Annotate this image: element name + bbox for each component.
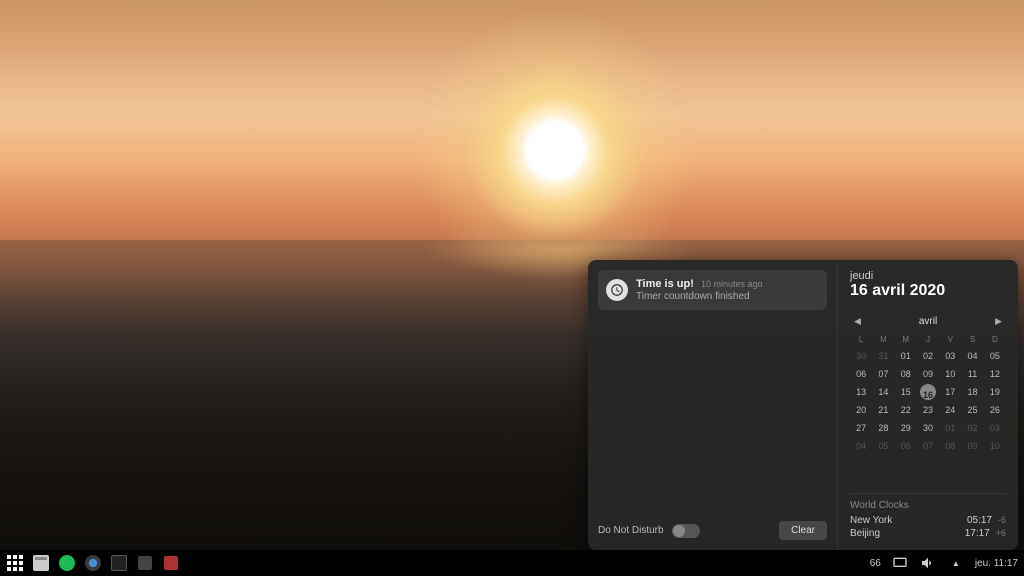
clear-button[interactable]: Clear bbox=[779, 521, 827, 540]
calendar-day[interactable]: 05 bbox=[872, 438, 894, 454]
calendar-day[interactable]: 02 bbox=[917, 348, 939, 364]
calendar-day[interactable]: 15 bbox=[895, 384, 917, 400]
spotify-app-icon[interactable] bbox=[58, 554, 76, 572]
calendar-day[interactable]: 13 bbox=[850, 384, 872, 400]
weekday-head: M bbox=[872, 333, 894, 346]
calendar-day[interactable]: 26 bbox=[984, 402, 1006, 418]
weekday-head: J bbox=[917, 333, 939, 346]
calendar-nav: ◀ avril ▶ bbox=[850, 314, 1006, 329]
calendar-day[interactable]: 08 bbox=[939, 438, 961, 454]
weekday-head: S bbox=[961, 333, 983, 346]
weekday-head: L bbox=[850, 333, 872, 346]
calendar-day[interactable]: 28 bbox=[872, 420, 894, 436]
calendar-day[interactable]: 24 bbox=[939, 402, 961, 418]
workspace-icon[interactable] bbox=[891, 554, 909, 572]
calendar-day[interactable]: 29 bbox=[895, 420, 917, 436]
weekday-head: V bbox=[939, 333, 961, 346]
app-icon[interactable] bbox=[162, 554, 180, 572]
calendar-day[interactable]: 06 bbox=[895, 438, 917, 454]
world-clocks[interactable]: World Clocks New York05:17-6Beijing17:17… bbox=[850, 493, 1006, 540]
calendar-day[interactable]: 19 bbox=[984, 384, 1006, 400]
notification-body: Time is up! 10 minutes ago Timer countdo… bbox=[636, 278, 819, 302]
world-clock-row: Beijing17:17+6 bbox=[850, 527, 1006, 540]
calendar-day[interactable]: 22 bbox=[895, 402, 917, 418]
calendar-day[interactable]: 25 bbox=[961, 402, 983, 418]
calendar-day[interactable]: 23 bbox=[917, 402, 939, 418]
date-label: 16 avril 2020 bbox=[850, 282, 1006, 300]
calendar-day[interactable]: 27 bbox=[850, 420, 872, 436]
notification-title: Time is up! bbox=[636, 278, 694, 290]
calendar-day[interactable]: 05 bbox=[984, 348, 1006, 364]
notification-panel: Time is up! 10 minutes ago Timer countdo… bbox=[588, 260, 838, 550]
month-label: avril bbox=[919, 316, 937, 327]
prev-month-button[interactable]: ◀ bbox=[850, 314, 865, 329]
calendar-day[interactable]: 04 bbox=[961, 348, 983, 364]
weekday-head: M bbox=[895, 333, 917, 346]
calendar-day[interactable]: 09 bbox=[961, 438, 983, 454]
calendar-day[interactable]: 02 bbox=[961, 420, 983, 436]
calendar-day[interactable]: 18 bbox=[961, 384, 983, 400]
world-clock-row: New York05:17-6 bbox=[850, 514, 1006, 527]
activities-button[interactable] bbox=[6, 554, 24, 572]
calendar-day[interactable]: 21 bbox=[872, 402, 894, 418]
battery-percent[interactable]: 66 bbox=[870, 558, 881, 569]
calendar-day[interactable]: 10 bbox=[984, 438, 1006, 454]
terminal-app-icon[interactable] bbox=[110, 554, 128, 572]
calendar-notification-popup: Time is up! 10 minutes ago Timer countdo… bbox=[588, 260, 1018, 550]
weekday-head: D bbox=[984, 333, 1006, 346]
calendar-day[interactable]: 20 bbox=[850, 402, 872, 418]
chromium-app-icon[interactable] bbox=[84, 554, 102, 572]
calendar-day[interactable]: 10 bbox=[939, 366, 961, 382]
calendar-day[interactable]: 14 bbox=[872, 384, 894, 400]
dnd-toggle[interactable] bbox=[672, 524, 700, 538]
calendar-day[interactable]: 11 bbox=[961, 366, 983, 382]
calendar-day[interactable]: 03 bbox=[939, 348, 961, 364]
next-month-button[interactable]: ▶ bbox=[991, 314, 1006, 329]
calendar-day[interactable]: 07 bbox=[872, 366, 894, 382]
calendar-day[interactable]: 01 bbox=[895, 348, 917, 364]
calendar-day[interactable]: 07 bbox=[917, 438, 939, 454]
calendar-grid: LMMJVSD303101020304050607080910111213141… bbox=[850, 333, 1006, 454]
calendar-day[interactable]: 09 bbox=[917, 366, 939, 382]
calendar-day[interactable]: 01 bbox=[939, 420, 961, 436]
files-app-icon[interactable] bbox=[32, 554, 50, 572]
calendar-day[interactable]: 08 bbox=[895, 366, 917, 382]
weekday-label: jeudi bbox=[850, 270, 1006, 282]
calendar-day[interactable]: 17 bbox=[939, 384, 961, 400]
clock-icon bbox=[606, 279, 628, 301]
taskbar: 66 ▲ jeu. 11:17 bbox=[0, 550, 1024, 576]
notification-message: Timer countdown finished bbox=[636, 291, 819, 302]
do-not-disturb: Do Not Disturb bbox=[598, 524, 700, 538]
notification-item[interactable]: Time is up! 10 minutes ago Timer countdo… bbox=[598, 270, 827, 310]
volume-icon[interactable] bbox=[919, 554, 937, 572]
calendar-day[interactable]: 30 bbox=[850, 348, 872, 364]
calendar-day[interactable]: 06 bbox=[850, 366, 872, 382]
app-icon[interactable] bbox=[136, 554, 154, 572]
tray-arrow-icon[interactable]: ▲ bbox=[947, 554, 965, 572]
world-clocks-title: World Clocks bbox=[850, 500, 1006, 511]
dnd-label: Do Not Disturb bbox=[598, 525, 664, 536]
calendar-day[interactable]: 16 bbox=[920, 384, 936, 400]
calendar-day[interactable]: 31 bbox=[872, 348, 894, 364]
taskbar-clock[interactable]: jeu. 11:17 bbox=[975, 558, 1018, 569]
system-tray: 66 ▲ jeu. 11:17 bbox=[870, 554, 1018, 572]
calendar-day[interactable]: 12 bbox=[984, 366, 1006, 382]
calendar-panel: jeudi 16 avril 2020 ◀ avril ▶ LMMJVSD303… bbox=[838, 260, 1018, 550]
calendar-day[interactable]: 04 bbox=[850, 438, 872, 454]
date-header: jeudi 16 avril 2020 bbox=[850, 270, 1006, 300]
calendar-day[interactable]: 03 bbox=[984, 420, 1006, 436]
notification-time: 10 minutes ago bbox=[701, 279, 763, 289]
calendar-day[interactable]: 30 bbox=[917, 420, 939, 436]
